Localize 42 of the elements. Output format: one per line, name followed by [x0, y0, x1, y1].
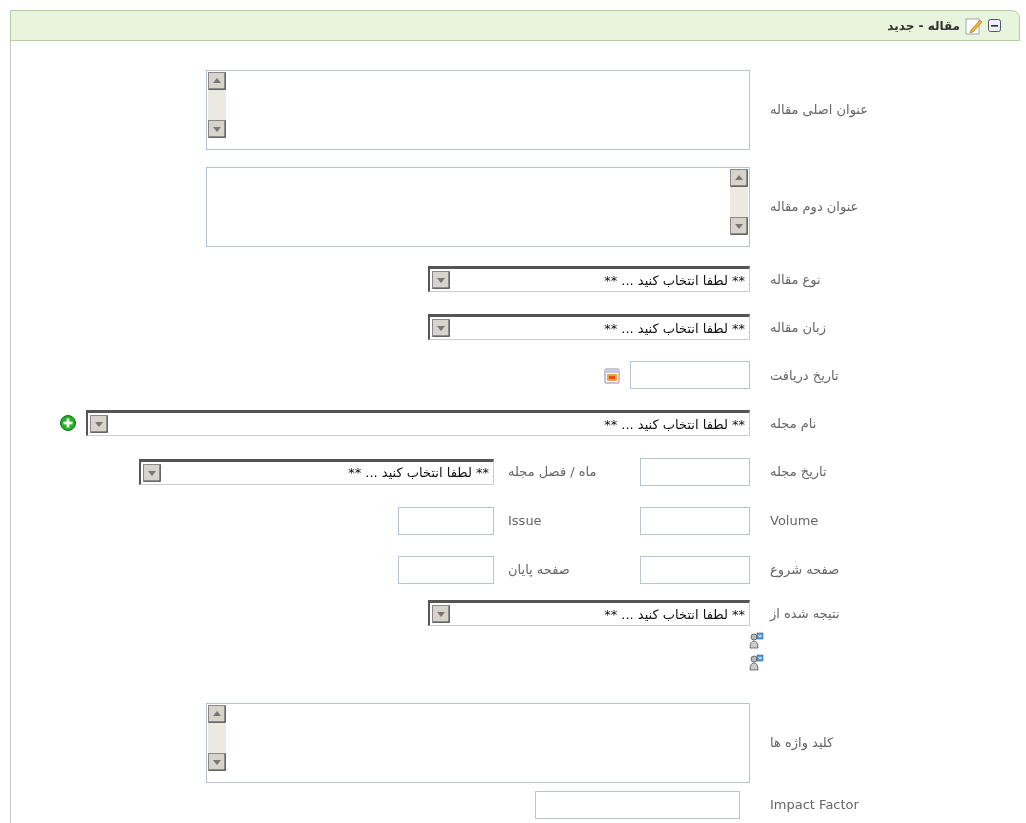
dropdown[interactable]: ** لطفا انتخاب کنید ... ** [428, 314, 750, 340]
dropdown[interactable]: ** لطفا انتخاب کنید ... ** [428, 600, 750, 626]
field-label: عنوان اصلی مقاله [769, 102, 870, 117]
scrollbar[interactable] [208, 71, 226, 138]
caret-icon [90, 415, 108, 433]
caret-icon [143, 463, 161, 482]
field-label: Impact Factor [769, 796, 860, 812]
panel-title: مقاله - جدید [887, 18, 960, 33]
field-label: تاریخ مجله [769, 464, 828, 479]
caret-icon [432, 271, 450, 289]
field-label: زبان مقاله [769, 319, 827, 335]
collapse-icon[interactable] [988, 19, 1001, 32]
field-label: کلید واژه ها [769, 735, 835, 750]
caret-icon [432, 605, 450, 623]
input-field[interactable] [640, 457, 750, 486]
contact-icon[interactable] [748, 632, 764, 650]
input-field[interactable] [535, 791, 740, 819]
input-field[interactable] [630, 361, 750, 389]
field-label: عنوان دوم مقاله [769, 199, 860, 214]
scrollbar[interactable] [730, 168, 748, 235]
edit-icon [965, 16, 983, 35]
field-label: ماه / فصل مجله [508, 464, 598, 479]
dropdown[interactable]: ** لطفا انتخاب کنید ... ** [139, 458, 494, 485]
input-field[interactable] [640, 506, 750, 535]
contact-icon[interactable] [748, 654, 764, 672]
field-label: صفحه پایان [508, 562, 571, 577]
calendar-icon[interactable] [604, 366, 620, 384]
field-label: Volume [769, 513, 820, 528]
field-label: صفحه شروع [769, 562, 841, 577]
dropdown[interactable]: ** لطفا انتخاب کنید ... ** [428, 266, 750, 292]
add-icon[interactable] [60, 415, 76, 431]
field-label: نتیجه شده از [768, 605, 841, 621]
input-field[interactable] [640, 555, 750, 584]
field-label: نوع مقاله [769, 271, 822, 287]
caret-icon [432, 319, 450, 337]
field-label: Issue [508, 513, 543, 528]
field-label: نام مجله [769, 415, 818, 431]
input-field[interactable] [398, 506, 494, 535]
scrollbar[interactable] [208, 704, 226, 771]
dropdown[interactable]: ** لطفا انتخاب کنید ... ** [86, 410, 750, 436]
field-label: تاریخ دریافت [769, 367, 840, 383]
input-field[interactable] [398, 555, 494, 584]
